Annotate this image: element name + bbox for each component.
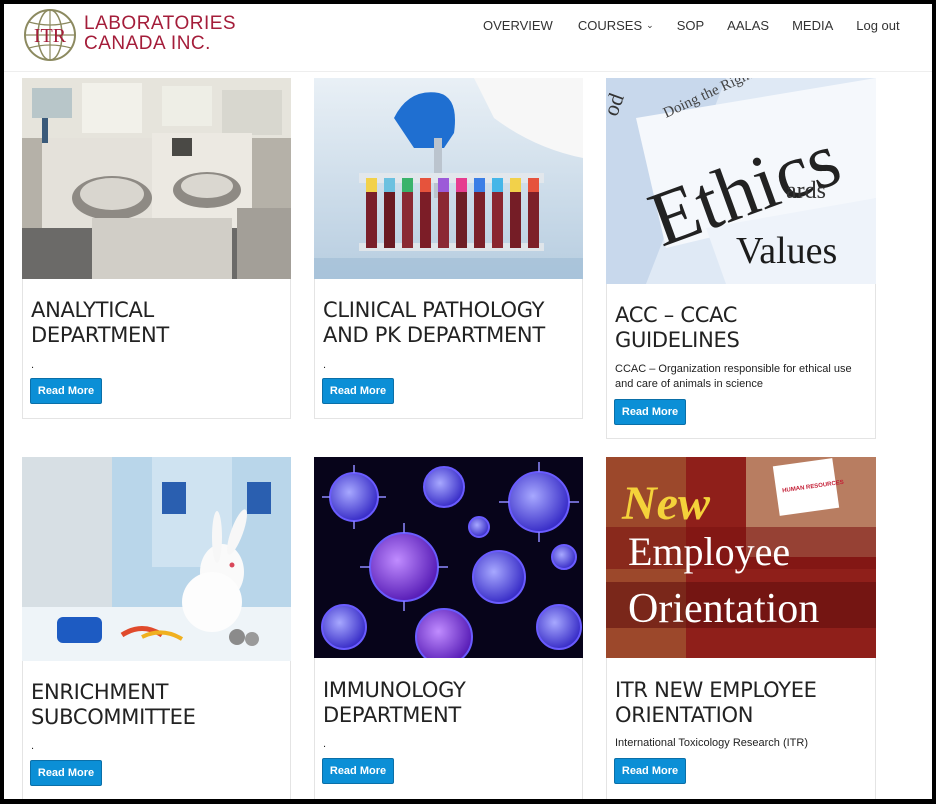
nav-logout-label: Log out [856,17,900,33]
read-more-button[interactable]: Read More [322,378,394,404]
card-image-viruses[interactable] [314,457,583,658]
nav-courses[interactable]: COURSES ⌄ [562,17,663,33]
logo-line-2: CANADA INC. [84,33,211,54]
card-title-line-2: SUBCOMMITTEE [31,705,196,729]
card-image-lab-instruments[interactable] [22,78,291,279]
logo-wordmark: LABORATORIES CANADA INC. [84,14,236,54]
card-title-line-1: ENRICHMENT [31,680,169,704]
logo-line-1: LABORATORIES [84,13,237,34]
card-image-employee-orientation[interactable]: HUMAN RESOURCES New Employee Orientation [606,457,876,658]
card-title[interactable]: ACC – CCAC GUIDELINES [615,303,740,353]
card-analytical: ANALYTICAL DEPARTMENT . Read More [22,78,291,419]
card-title-line-1: ITR NEW EMPLOYEE [615,678,817,702]
card-title-line-2: DEPARTMENT [31,323,169,347]
card-title[interactable]: CLINICAL PATHOLOGY AND PK DEPARTMENT [323,298,545,348]
card-clinical-pathology: CLINICAL PATHOLOGY AND PK DEPARTMENT . R… [314,78,583,419]
card-title[interactable]: ANALYTICAL DEPARTMENT [31,298,169,348]
nav-media-label: MEDIA [792,17,834,33]
card-title-line-2: DEPARTMENT [323,703,461,727]
card-title-line-2: ORIENTATION [615,703,754,727]
card-immunology: IMMUNOLOGY DEPARTMENT . Read More [314,457,583,802]
card-title-line-2: AND PK DEPARTMENT [323,323,545,347]
read-more-button[interactable]: Read More [614,758,686,784]
image-text-new: New [621,477,711,530]
nav-overview[interactable]: OVERVIEW [474,17,562,33]
nav-aalas[interactable]: AALAS [713,17,778,33]
card-description: . [31,359,35,371]
card-title[interactable]: ENRICHMENT SUBCOMMITTEE [31,680,196,730]
image-text-orientation: Orientation [628,586,819,632]
nav-aalas-label: AALAS [727,17,770,33]
card-title-line-1: CLINICAL PATHOLOGY [323,298,545,322]
card-new-employee: HUMAN RESOURCES New Employee Orientation… [606,457,876,802]
card-description: CCAC – Organization responsible for ethi… [615,363,852,390]
read-more-button[interactable]: Read More [322,758,394,784]
chevron-down-icon: ⌄ [646,19,654,30]
nav-sop-label: SOP [676,17,705,33]
image-text-employee: Employee [628,529,790,574]
nav-sop[interactable]: SOP [663,17,713,33]
card-description: . [31,740,35,752]
card-title[interactable]: IMMUNOLOGY DEPARTMENT [323,678,466,728]
logo-monogram: ITR [34,25,67,47]
nav-courses-label: COURSES [577,17,643,33]
read-more-button[interactable]: Read More [30,378,102,404]
nav-logout[interactable]: Log out [842,17,908,33]
card-title-line-1: IMMUNOLOGY [323,678,466,702]
read-more-button[interactable]: Read More [30,760,102,786]
card-image-rabbit[interactable] [22,457,291,661]
image-text-values: Values [736,230,837,272]
nav-overview-label: OVERVIEW [483,17,553,33]
card-image-ethics[interactable]: Ethics Values ards Doing the Right od [606,78,876,284]
card-title-line-1: ANALYTICAL [31,298,154,322]
site-header: ITR LABORATORIES CANADA INC. OVERVIEW CO… [4,4,932,72]
image-text-wards: ards [786,178,826,204]
globe-logo-icon: ITR [24,9,76,61]
card-title-line-1: ACC – CCAC [615,303,738,327]
card-description: . [323,359,327,371]
card-enrichment: ENRICHMENT SUBCOMMITTEE . Read More [22,457,291,802]
card-description: . [323,738,327,750]
nav-media[interactable]: MEDIA [778,17,842,33]
card-acc-ccac: Ethics Values ards Doing the Right od AC… [606,78,876,439]
site-logo[interactable]: ITR LABORATORIES CANADA INC. [22,6,236,64]
card-title[interactable]: ITR NEW EMPLOYEE ORIENTATION [615,678,817,728]
card-description: International Toxicology Research (ITR) [615,737,808,749]
read-more-button[interactable]: Read More [614,399,686,425]
card-title-line-2: GUIDELINES [615,328,740,352]
card-image-test-tubes[interactable] [314,78,583,279]
main-nav: OVERVIEW COURSES ⌄ SOP AALAS MEDIA Log ou… [474,17,909,33]
